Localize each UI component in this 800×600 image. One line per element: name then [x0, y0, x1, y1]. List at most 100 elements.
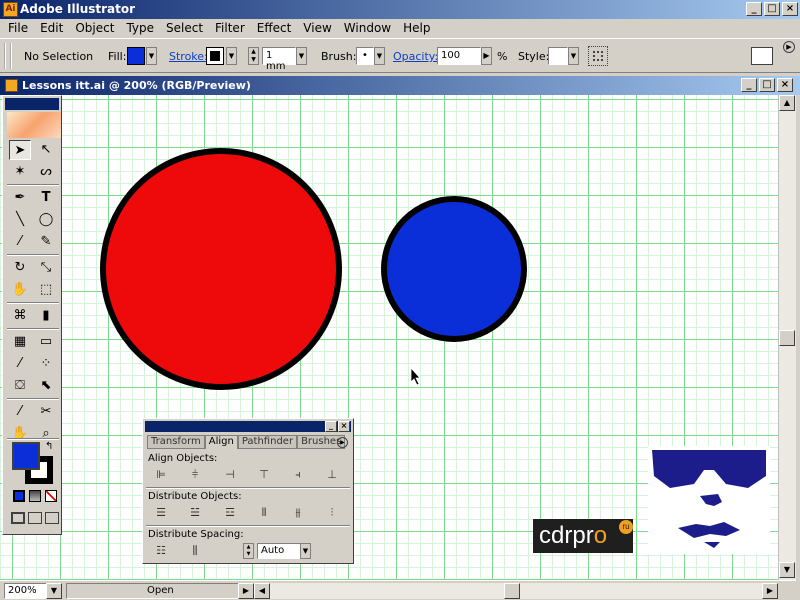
warp-tool-icon[interactable]: ✋	[9, 280, 31, 300]
scale-tool-icon[interactable]: ⤡	[35, 258, 57, 278]
vertical-align-bottom-icon[interactable]: ⊥	[324, 468, 340, 482]
menu-select[interactable]: Select	[160, 21, 209, 35]
blend-tool-icon[interactable]: ⁘	[35, 354, 57, 374]
opacity-label[interactable]: Opacity:	[393, 50, 438, 63]
stroke-swatch[interactable]	[206, 47, 224, 65]
full-screen-mode-icon[interactable]	[45, 512, 59, 524]
live-paint-selection-icon[interactable]: ⬉	[35, 376, 57, 396]
vertical-scroll-thumb[interactable]	[779, 330, 795, 346]
spacing-field[interactable]: Auto	[257, 543, 301, 559]
opacity-arrow-icon[interactable]: ▶	[481, 47, 492, 65]
horizontal-align-center-icon[interactable]: ⫩	[187, 468, 203, 482]
tab-align[interactable]: Align	[204, 435, 238, 449]
horizontal-scrollbar[interactable]	[270, 583, 762, 599]
menu-effect[interactable]: Effect	[251, 21, 298, 35]
hand-tool-icon[interactable]: ✋	[9, 424, 31, 444]
fill-color-box-front[interactable]	[12, 442, 40, 470]
panel-minimize-button[interactable]: _	[325, 421, 337, 432]
vertical-distribute-space-icon[interactable]: ☷	[153, 544, 169, 558]
minimize-button[interactable]: _	[746, 2, 762, 16]
horizontal-distribute-center-icon[interactable]: ⫵	[290, 506, 306, 520]
stroke-weight-field[interactable]: 1 mm	[262, 47, 296, 72]
horizontal-align-right-icon[interactable]: ⊣	[222, 468, 238, 482]
fill-dropdown-icon[interactable]: ▼	[146, 47, 157, 65]
status-mode-field[interactable]: Open	[66, 583, 252, 599]
pen-tool-icon[interactable]: ✒	[9, 188, 31, 208]
panel-menu-icon[interactable]: ▶	[783, 41, 795, 53]
gradient-mode-icon[interactable]	[29, 490, 41, 502]
slice-tool-icon[interactable]: ⁄	[9, 402, 31, 422]
vertical-scrollbar[interactable]: ▲ ▼	[778, 95, 796, 580]
line-tool-icon[interactable]: ╲	[9, 210, 31, 230]
zoom-dropdown-icon[interactable]: ▼	[46, 583, 62, 599]
menu-edit[interactable]: Edit	[34, 21, 69, 35]
vertical-distribute-bottom-icon[interactable]: ☲	[222, 506, 238, 520]
stroke-dropdown-icon[interactable]: ▼	[226, 47, 237, 65]
close-button[interactable]: ×	[782, 2, 798, 16]
doc-close-button[interactable]: ×	[777, 78, 793, 92]
menu-help[interactable]: Help	[397, 21, 436, 35]
rotate-tool-icon[interactable]: ↻	[9, 258, 31, 278]
tab-transform[interactable]: Transform	[147, 435, 205, 449]
selection-tool-icon[interactable]: ➤	[9, 140, 31, 160]
style-dropdown-icon[interactable]: ▼	[568, 47, 579, 65]
style-field[interactable]	[548, 47, 568, 65]
swap-colors-icon[interactable]: ↰	[45, 441, 53, 452]
brush-dropdown-icon[interactable]: ▼	[374, 47, 385, 65]
tab-pathfinder[interactable]: Pathfinder	[237, 435, 298, 449]
mesh-tool-icon[interactable]: ▦	[9, 332, 31, 352]
blue-circle[interactable]	[381, 196, 527, 342]
menu-filter[interactable]: Filter	[209, 21, 251, 35]
vertical-align-top-icon[interactable]: ⊤	[256, 468, 272, 482]
fill-swatch[interactable]	[127, 47, 145, 65]
scissors-tool-icon[interactable]: ✂	[35, 402, 57, 422]
menu-type[interactable]: Type	[120, 21, 160, 35]
menu-view[interactable]: View	[297, 21, 337, 35]
eyedropper-tool-icon[interactable]: ⁄	[9, 354, 31, 374]
spacing-dropdown-icon[interactable]: ▼	[300, 543, 311, 559]
stroke-weight-dropdown-icon[interactable]: ▼	[296, 47, 307, 65]
stroke-label[interactable]: Stroke:	[169, 50, 208, 63]
scroll-up-icon[interactable]: ▲	[779, 95, 795, 111]
free-transform-tool-icon[interactable]: ⬚	[35, 280, 57, 300]
magic-wand-tool-icon[interactable]: ✶	[9, 162, 31, 182]
vertical-distribute-center-icon[interactable]: ☱	[187, 506, 203, 520]
full-screen-menu-mode-icon[interactable]	[28, 512, 42, 524]
direct-selection-tool-icon[interactable]: ↖	[35, 140, 57, 160]
pencil-tool-icon[interactable]: ✎	[35, 232, 57, 252]
color-mode-icon[interactable]	[13, 490, 25, 502]
doc-minimize-button[interactable]: _	[741, 78, 757, 92]
horizontal-scroll-thumb[interactable]	[504, 583, 520, 599]
doc-maximize-button[interactable]: □	[759, 78, 775, 92]
panel-close-button[interactable]: ×	[338, 421, 350, 432]
vertical-align-center-icon[interactable]: ⫞	[290, 468, 306, 482]
none-mode-icon[interactable]	[45, 490, 57, 502]
opacity-field[interactable]: 100	[437, 47, 481, 65]
paintbrush-tool-icon[interactable]: ⁄	[9, 232, 31, 252]
maximize-button[interactable]: □	[764, 2, 780, 16]
stroke-weight-spinner[interactable]: ▲ ▼	[248, 47, 259, 65]
status-arrow-icon[interactable]: ▶	[238, 583, 254, 599]
lasso-tool-icon[interactable]: ᔕ	[35, 162, 57, 182]
tools-panel-titlebar[interactable]	[5, 98, 59, 110]
ellipse-tool-icon[interactable]: ◯	[35, 210, 57, 230]
align-panel-titlebar[interactable]	[145, 421, 351, 432]
grid-options-icon[interactable]	[588, 46, 608, 66]
document-setup-icon[interactable]	[751, 47, 773, 65]
align-panel-menu-icon[interactable]: ▶	[337, 437, 348, 448]
menu-window[interactable]: Window	[338, 21, 397, 35]
live-paint-bucket-icon[interactable]: ⛋	[9, 376, 31, 396]
scroll-right-icon[interactable]: ▶	[762, 583, 778, 599]
symbol-sprayer-tool-icon[interactable]: ⌘	[9, 306, 31, 326]
horizontal-distribute-left-icon[interactable]: ⫴	[256, 506, 272, 520]
scroll-left-icon[interactable]: ◀	[254, 583, 270, 599]
horizontal-distribute-right-icon[interactable]: ⫶	[324, 506, 340, 520]
menu-file[interactable]: File	[2, 21, 34, 35]
horizontal-distribute-space-icon[interactable]: ⫼	[187, 544, 203, 558]
spacing-spinner[interactable]: ▲ ▼	[243, 543, 254, 559]
red-circle[interactable]	[100, 148, 342, 390]
column-graph-tool-icon[interactable]: ▮	[35, 306, 57, 326]
menu-object[interactable]: Object	[69, 21, 120, 35]
scroll-down-icon[interactable]: ▼	[779, 562, 795, 578]
brush-field[interactable]: •	[356, 47, 374, 65]
